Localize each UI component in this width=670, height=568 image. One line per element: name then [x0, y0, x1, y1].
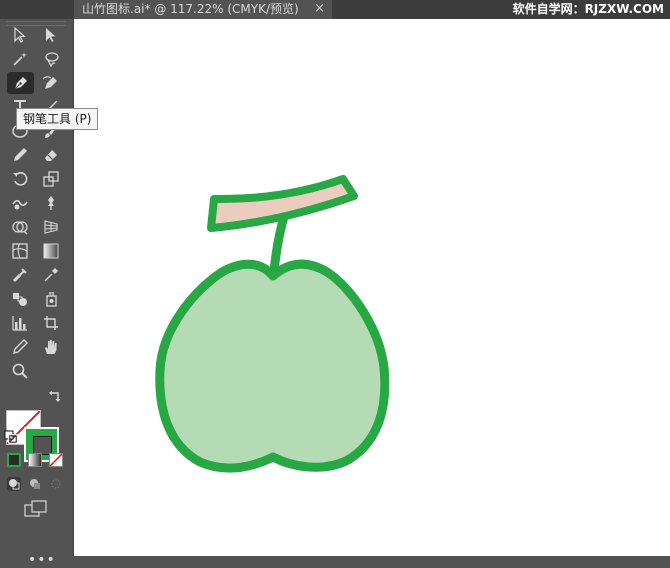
scale-tool-icon[interactable]	[40, 168, 62, 190]
draw-behind-icon[interactable]	[28, 477, 42, 491]
selection-tool-icon[interactable]	[9, 24, 31, 46]
none-mode-button[interactable]	[49, 453, 63, 467]
eraser-tool-icon[interactable]	[40, 144, 62, 166]
eyedropper-tool-icon[interactable]	[40, 264, 62, 286]
gradient-mode-button[interactable]	[28, 453, 42, 467]
magic-wand-tool-icon[interactable]	[9, 48, 31, 70]
fruit-leaf	[207, 175, 358, 232]
lasso-tool-icon[interactable]	[40, 48, 62, 70]
column-graph-tool-icon[interactable]	[9, 312, 31, 334]
tools-panel: •••	[0, 19, 74, 568]
draw-inside-icon[interactable]	[49, 477, 63, 491]
screen-mode-icon[interactable]	[24, 499, 48, 519]
warp-tool-icon[interactable]	[9, 192, 31, 214]
zoom-tool-icon[interactable]	[9, 360, 31, 382]
gradient-tool-icon[interactable]	[40, 240, 62, 262]
shape-builder-tool-icon[interactable]	[9, 216, 31, 238]
pencil-tool-icon[interactable]	[9, 144, 31, 166]
artboard-tool-icon[interactable]	[40, 312, 62, 334]
default-colors-icon[interactable]	[4, 430, 18, 444]
mesh-tool-icon[interactable]	[9, 240, 31, 262]
swap-arrow-icon[interactable]	[48, 389, 62, 403]
puppet-warp-tool-icon[interactable]	[40, 192, 62, 214]
rotate-tool-icon[interactable]	[9, 168, 31, 190]
hand-tool-icon[interactable]	[40, 336, 62, 358]
document-tab-bar: 山竹图标.ai* @ 117.22% (CMYK/预览) × 软件自学网：RJZ…	[0, 0, 670, 19]
fruit-artwork[interactable]	[74, 19, 670, 556]
pen-tool-tooltip: 钢笔工具 (P)	[16, 108, 99, 130]
pen-tool-icon[interactable]	[7, 72, 34, 94]
fruit-body	[155, 259, 390, 473]
curvature-tool-icon[interactable]	[40, 72, 62, 94]
color-mode-button[interactable]	[7, 453, 21, 467]
watermark-text: 软件自学网：RJZXW.COM	[512, 2, 664, 16]
slice-tool-icon[interactable]	[9, 336, 31, 358]
symbol-sprayer-tool-icon[interactable]	[40, 288, 62, 310]
close-icon[interactable]: ×	[314, 0, 325, 18]
document-tab-title: 山竹图标.ai* @ 117.22% (CMYK/预览)	[82, 2, 299, 16]
direct-selection-tool-icon[interactable]	[40, 24, 62, 46]
document-tab[interactable]: 山竹图标.ai* @ 117.22% (CMYK/预览) ×	[74, 0, 332, 19]
blend-tool-icon[interactable]	[9, 288, 31, 310]
draw-normal-icon[interactable]	[7, 477, 21, 491]
perspective-grid-tool-icon[interactable]	[40, 216, 62, 238]
artboard-canvas[interactable]	[74, 19, 670, 556]
more-tools-icon[interactable]: •••	[28, 552, 56, 568]
eyedropper-tool-icon[interactable]	[9, 264, 31, 286]
